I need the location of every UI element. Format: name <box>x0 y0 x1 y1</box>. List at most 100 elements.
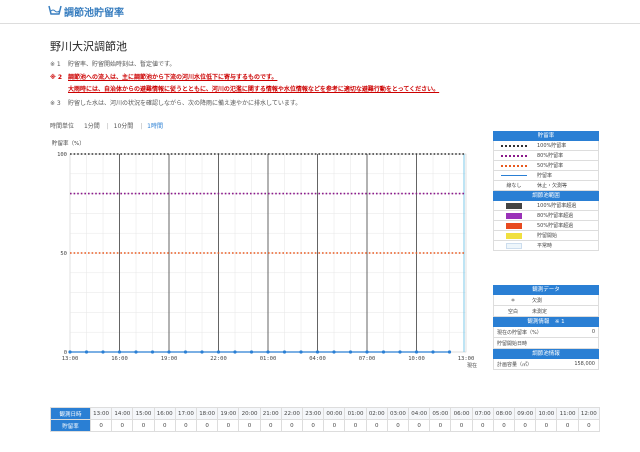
x-tick-label: 04:00 <box>309 356 326 362</box>
note-3: ※ 3 貯留した水は、河川の状況を確認しながら、次の降雨に備え速やかに排水していま… <box>50 100 302 107</box>
data-point <box>398 350 402 354</box>
legend-dotted-line <box>501 154 527 157</box>
time-unit-1hour[interactable]: 1時間 <box>147 123 163 130</box>
observation-info-title: 観測情報 ※ 1 <box>493 317 599 327</box>
value-cell: 0 <box>386 419 410 432</box>
data-point <box>150 350 155 354</box>
data-point <box>134 350 138 354</box>
time-cell: 04:00 <box>408 407 431 420</box>
value-cell: 0 <box>280 419 304 432</box>
observation-title: 観測データ <box>493 285 599 295</box>
time-cell: 11:00 <box>556 407 579 420</box>
table-row: 貯留率 0 0 0 0 0 0 0 0 0 0 0 0 0 0 0 0 0 0 0 0 0 0 0 0 <box>50 419 601 432</box>
time-cell: 13:00 <box>89 407 113 420</box>
data-point <box>315 350 320 354</box>
legend-swatch <box>506 222 522 229</box>
time-cell: 07:00 <box>471 407 494 420</box>
data-point <box>117 350 122 354</box>
time-cell: 16:00 <box>153 407 176 420</box>
data-point <box>200 350 204 354</box>
data-point <box>68 350 72 354</box>
legend-label: 100%貯留率 <box>537 143 567 149</box>
time-cell: 08:00 <box>492 407 516 420</box>
legend-item: 80%貯留率 <box>493 151 599 161</box>
legend-swatch <box>506 242 522 249</box>
x-tick-label: 07:00 <box>359 356 376 362</box>
value-cell: 0 <box>196 419 219 432</box>
time-unit-selector: 時間単位 1分間 | 10分間 | 1時間 <box>50 123 163 130</box>
time-cell: 10:00 <box>535 407 558 420</box>
value-cell: 0 <box>535 419 558 432</box>
data-point <box>249 350 254 354</box>
x-tick-label: 16:00 <box>111 356 128 362</box>
legend-swatch <box>506 202 522 209</box>
time-unit-10min[interactable]: 10分間 <box>114 123 134 130</box>
data-point <box>101 350 105 354</box>
x-tick-label: 22:00 <box>210 356 227 362</box>
time-cell: 17:00 <box>174 407 198 420</box>
facility-row: 計画容量（㎥） 158,000 <box>493 359 599 370</box>
observation-table: 観測日時 13:00 14:00 15:00 16:00 17:00 18:00 19:00 2… <box>50 407 601 432</box>
note-1: ※ 1 貯留率、貯留開始時刻は、暫定値です。 <box>50 61 176 68</box>
legend-bg-item: 平常時 <box>493 241 599 251</box>
value-cell: 0 <box>238 419 261 432</box>
value-cell: 0 <box>450 419 473 432</box>
time-unit-label: 時間単位 <box>50 123 75 130</box>
value-cell: 0 <box>259 419 282 432</box>
time-cell: 21:00 <box>259 407 282 420</box>
data-point <box>167 350 171 354</box>
time-cell: 18:00 <box>196 407 219 420</box>
row-header: 観測日時 <box>50 407 91 420</box>
value-cell: 0 <box>174 419 198 432</box>
data-point <box>348 350 353 354</box>
value-cell: 0 <box>577 419 601 432</box>
value-cell: 0 <box>111 419 134 432</box>
y-tick-label: 50 <box>60 251 67 257</box>
y-axis-label: 貯留率（%） <box>52 139 85 147</box>
value-cell: 0 <box>344 419 367 432</box>
value-cell: 0 <box>408 419 431 432</box>
observation-panel: 観測データ ＊欠測 空白 未測定 観測情報 ※ 1 現在の貯留率（%） 0 貯留開始日時… <box>493 285 599 370</box>
legend-bg-item: 50%貯留率超過 <box>493 221 599 231</box>
legend-label: 80%貯留率 <box>537 153 564 159</box>
time-cell: 22:00 <box>280 407 304 420</box>
now-label: 現在 <box>467 362 477 369</box>
x-tick-label: 19:00 <box>161 356 178 362</box>
x-tick-label: 13:00 <box>62 356 79 362</box>
time-cell: 01:00 <box>344 407 367 420</box>
time-unit-1min[interactable]: 1分間 <box>84 123 100 130</box>
time-cell: 20:00 <box>238 407 261 420</box>
note-2: ※ 2 調節池への流入は、主に調節池から下流の河川水位低下に寄与するものです。 <box>50 74 278 81</box>
time-cell: 23:00 <box>302 407 325 420</box>
page-title: 調節池貯留率 <box>64 8 124 19</box>
legend-bg-title: 調節池範囲 <box>493 191 599 201</box>
storage-rate-chart: 050100貯留率（%）13:00 16:00 19:00 22:00 01:00 04:… <box>52 139 477 369</box>
legend-dotted-line <box>501 144 527 147</box>
time-cell: 14:00 <box>111 407 134 420</box>
data-point <box>282 350 287 354</box>
value-cell: 0 <box>153 419 176 432</box>
time-cell: 00:00 <box>323 407 346 420</box>
legend-item: 100%貯留率 <box>493 141 599 151</box>
data-point <box>233 350 237 354</box>
data-point <box>299 350 303 354</box>
time-cell: 12:00 <box>577 407 601 420</box>
legend-label: 100%貯留率超過 <box>537 203 577 209</box>
value-cell: 0 <box>492 419 516 432</box>
legend-label: 80%貯留率超過 <box>537 213 574 219</box>
observation-legend-item: ＊欠測 <box>493 295 599 306</box>
value-cell: 0 <box>429 419 452 432</box>
time-cell: 09:00 <box>514 407 537 420</box>
legend-solid-line <box>501 175 527 176</box>
legend-title: 貯留率 <box>493 131 599 141</box>
value-cell: 0 <box>89 419 113 432</box>
legend-item: 線なし 休止・欠測等 <box>493 181 599 191</box>
table-row: 観測日時 13:00 14:00 15:00 16:00 17:00 18:00 19:00 2… <box>50 407 601 420</box>
legend-label: 50%貯留率 <box>537 163 564 169</box>
x-tick-label: 10:00 <box>408 356 425 362</box>
value-cell: 0 <box>514 419 537 432</box>
legend-bg-item: 80%貯留率超過 <box>493 211 599 221</box>
legend-panel: 貯留率 100%貯留率 80%貯留率 50%貯留率 貯留率 線なし 休止・欠測等 調節池範… <box>493 131 599 251</box>
legend-item: 貯留率 <box>493 171 599 181</box>
data-point <box>216 350 221 354</box>
